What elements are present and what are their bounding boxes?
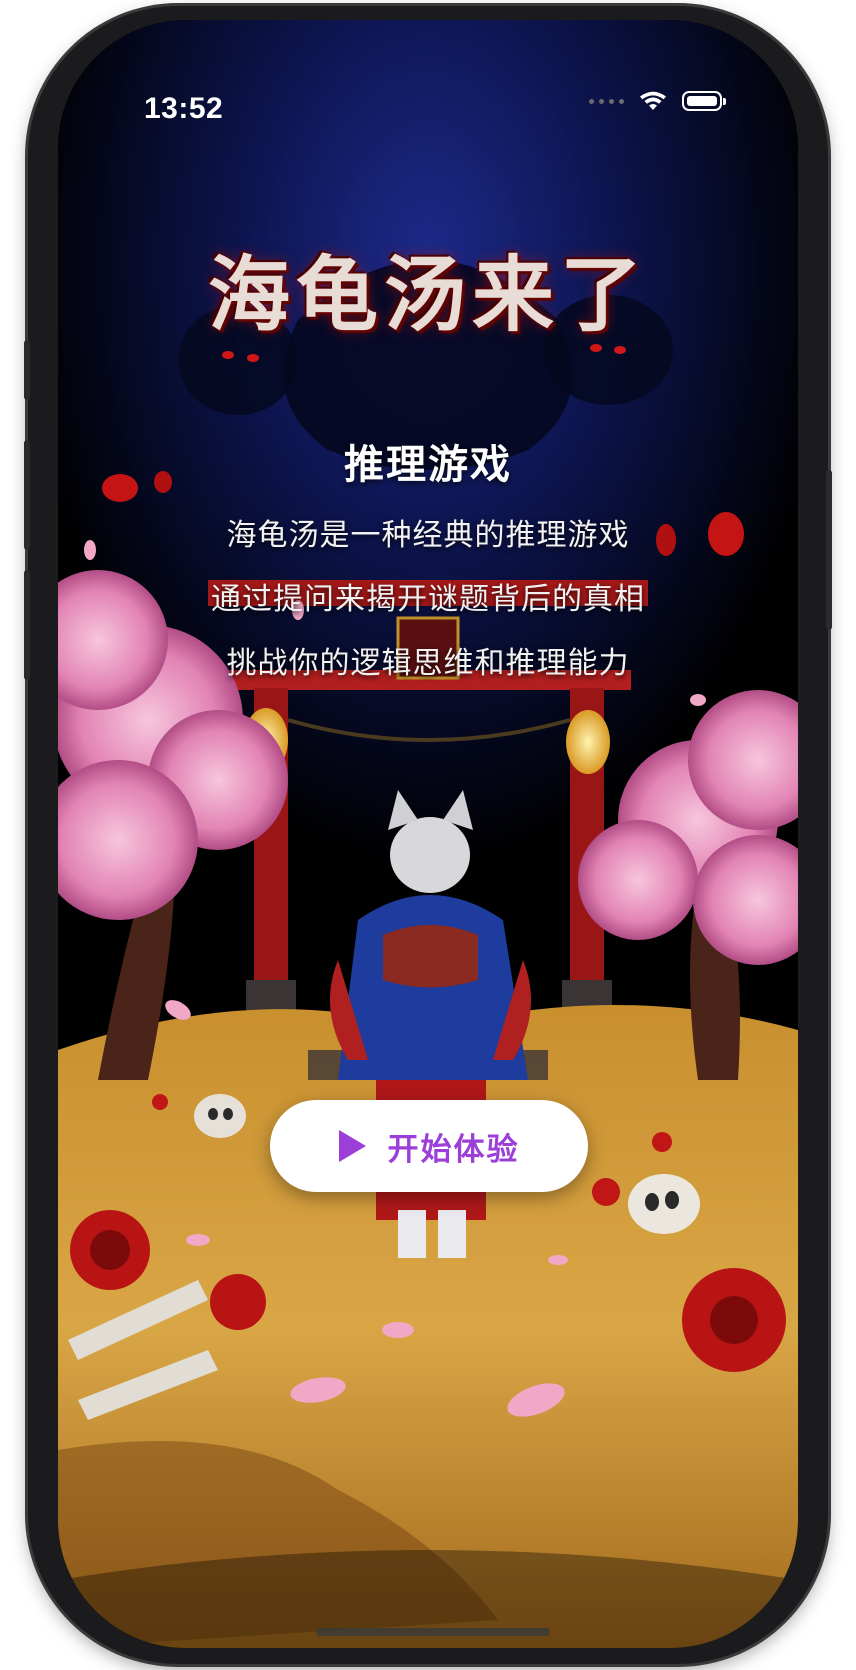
play-icon: [338, 1130, 366, 1162]
description-line-3: 挑战你的逻辑思维和推理能力: [226, 646, 630, 681]
wifi-icon: [640, 91, 666, 110]
battery-icon: [682, 91, 726, 111]
volume-down-button: [24, 570, 30, 680]
description-line-1: 海龟汤是一种经典的推理游戏: [226, 518, 630, 553]
action-button: [24, 340, 30, 400]
description-line-2: 通过提问来揭开谜题背后的真相: [211, 582, 645, 617]
start-experience-button[interactable]: 开始体验: [270, 1100, 588, 1192]
app-screen: 13:52 海龟汤来了 推理游戏 海龟汤是一种经典的推理游戏 通过提问来揭开谜题…: [58, 20, 798, 1648]
status-icons: [589, 90, 726, 112]
subtitle: 推理游戏: [344, 442, 512, 488]
status-time: 13:52: [144, 92, 224, 125]
app-title: 海龟汤来了: [207, 247, 648, 343]
home-indicator[interactable]: [316, 1628, 550, 1636]
signal-dots-icon: [589, 98, 624, 104]
start-button-label: 开始体验: [387, 1131, 520, 1168]
volume-up-button: [24, 440, 30, 550]
power-button: [826, 470, 832, 630]
